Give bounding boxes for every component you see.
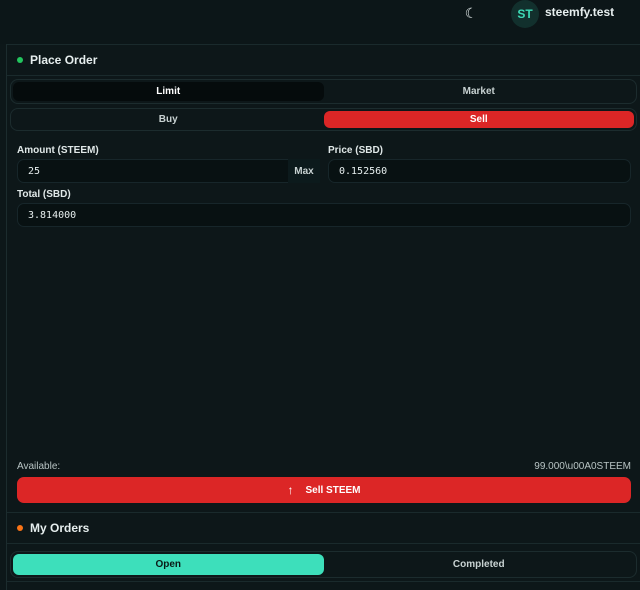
tab-limit[interactable]: Limit: [13, 82, 324, 101]
tab-market[interactable]: Market: [324, 82, 635, 101]
divider: [7, 581, 640, 582]
orders-tabs: Open Completed: [10, 551, 637, 578]
place-order-header: Place Order: [7, 45, 640, 76]
available-value: 99.000\u00A0STEEM: [534, 461, 631, 472]
available-label: Available:: [17, 461, 61, 472]
amount-input[interactable]: 25: [17, 159, 289, 183]
my-orders-header: My Orders: [7, 513, 640, 544]
max-button[interactable]: Max: [288, 159, 320, 183]
top-bar: ☾ ST steemfy.test: [0, 0, 640, 44]
tab-open[interactable]: Open: [13, 554, 324, 575]
sell-steem-button[interactable]: ↑ Sell STEEM: [17, 477, 631, 503]
status-dot: [17, 57, 23, 63]
amount-label: Amount (STEEM): [17, 145, 99, 156]
username[interactable]: steemfy.test: [545, 5, 614, 19]
tab-buy[interactable]: Buy: [13, 111, 324, 128]
price-input[interactable]: 0.152560: [328, 159, 631, 183]
tab-sell[interactable]: Sell: [323, 111, 634, 128]
price-label: Price (SBD): [328, 145, 384, 156]
place-order-panel: Place Order Limit Market Buy Sell Amount…: [7, 44, 640, 590]
avatar[interactable]: ST: [511, 0, 539, 28]
arrow-up-icon: ↑: [287, 483, 294, 497]
order-type-toggle: Limit Market: [10, 79, 637, 104]
moon-icon[interactable]: ☾: [460, 2, 482, 24]
my-orders-title: My Orders: [30, 521, 90, 535]
side-toggle: Buy Sell: [10, 108, 637, 131]
total-label: Total (SBD): [17, 189, 71, 200]
status-dot: [17, 525, 23, 531]
total-input[interactable]: 3.814000: [17, 203, 631, 227]
tab-completed[interactable]: Completed: [324, 554, 635, 575]
sell-button-label: Sell STEEM: [305, 484, 361, 496]
place-order-title: Place Order: [30, 53, 98, 67]
